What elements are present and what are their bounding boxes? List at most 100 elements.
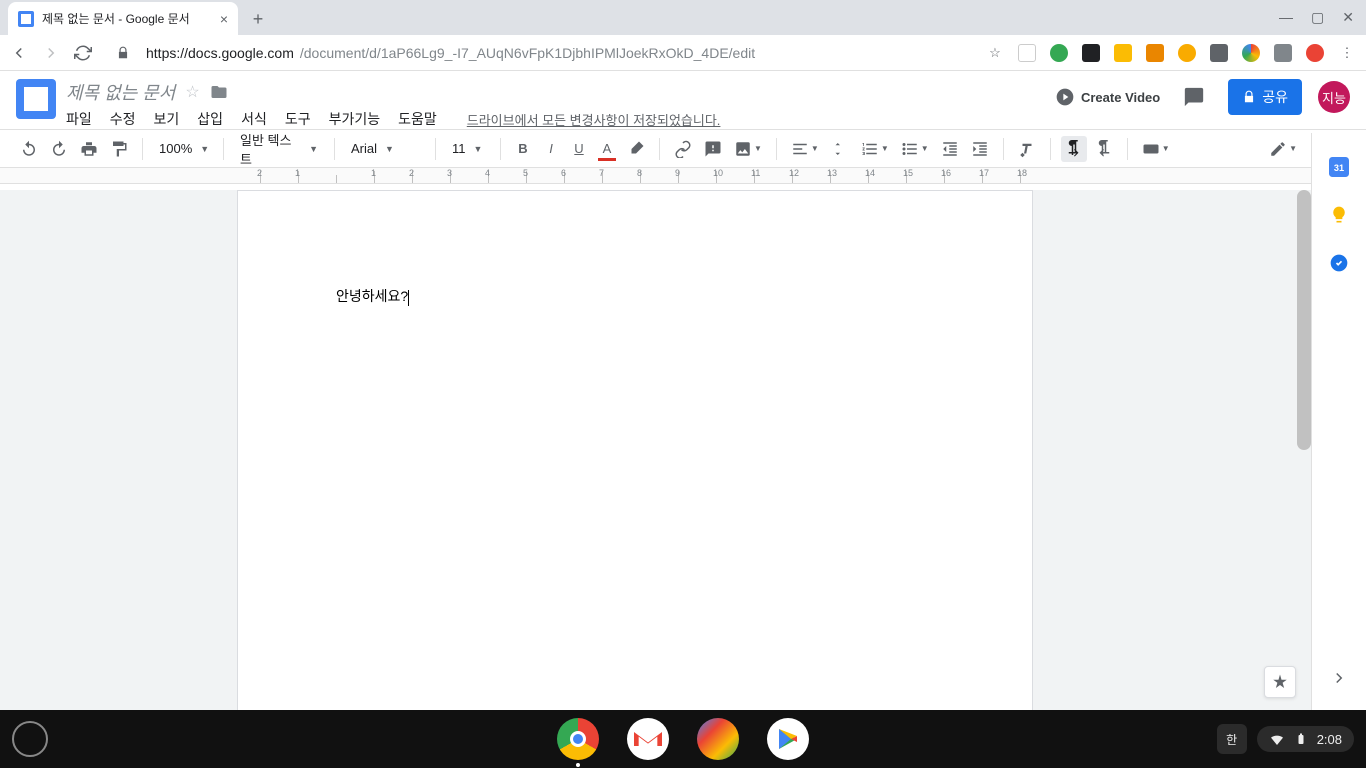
menu-bar: 파일 수정 보기 삽입 서식 도구 부가기능 도움말 드라이브에서 모든 변경사…: [66, 109, 720, 129]
docs-header: 제목 없는 문서 ☆ 파일 수정 보기 삽입 서식 도구 부가기능 도움말 드라…: [0, 71, 1366, 130]
document-body-text[interactable]: 안녕하세요?: [336, 288, 408, 304]
star-bookmark-icon[interactable]: ☆: [986, 44, 1004, 62]
extension-icon[interactable]: [1146, 44, 1164, 62]
avatar-initials: 지능: [1322, 88, 1346, 107]
decrease-indent-icon[interactable]: [937, 136, 963, 162]
files-app-icon[interactable]: [697, 718, 739, 760]
extension-icon[interactable]: [1306, 44, 1324, 62]
menu-file[interactable]: 파일: [66, 109, 92, 129]
print-icon[interactable]: [76, 136, 102, 162]
move-folder-icon[interactable]: [210, 83, 228, 101]
tasks-icon[interactable]: [1329, 253, 1349, 273]
system-tray[interactable]: 2:08: [1257, 726, 1354, 752]
address-bar[interactable]: https://docs.google.com/document/d/1aP66…: [146, 45, 755, 61]
maximize-icon[interactable]: ▢: [1311, 9, 1324, 26]
increase-indent-icon[interactable]: [967, 136, 993, 162]
video-icon: [1055, 87, 1075, 107]
extension-icon[interactable]: [1178, 44, 1196, 62]
window-controls: — ▢ ✕: [1267, 9, 1366, 26]
zoom-select[interactable]: 100%▼: [153, 136, 213, 162]
chrome-app-icon[interactable]: [557, 718, 599, 760]
clock: 2:08: [1317, 732, 1342, 747]
formatting-toolbar: 100%▼ 일반 텍스트▼ Arial▼ 11▼ B I U A ▼ ▼ ▼ ▼…: [0, 130, 1366, 168]
numbered-list-icon[interactable]: ▼: [857, 136, 893, 162]
keep-icon[interactable]: [1329, 205, 1349, 225]
star-icon[interactable]: ☆: [185, 82, 199, 102]
editing-mode-icon[interactable]: ▼: [1265, 136, 1301, 162]
minimize-icon[interactable]: —: [1279, 9, 1293, 26]
extension-icon[interactable]: [1210, 44, 1228, 62]
play-store-icon[interactable]: [767, 718, 809, 760]
close-window-icon[interactable]: ✕: [1342, 9, 1354, 26]
extension-icon[interactable]: [1018, 44, 1036, 62]
insert-image-icon[interactable]: ▼: [730, 136, 766, 162]
extension-icon[interactable]: [1242, 44, 1260, 62]
insert-comment-icon[interactable]: [700, 136, 726, 162]
lock-icon: [114, 44, 132, 62]
back-icon[interactable]: [10, 44, 28, 62]
font-select[interactable]: Arial▼: [345, 136, 425, 162]
document-canvas: 안녕하세요?: [0, 190, 1311, 710]
menu-insert[interactable]: 삽입: [197, 109, 223, 129]
undo-icon[interactable]: [16, 136, 42, 162]
create-video-button[interactable]: Create Video: [1055, 87, 1160, 107]
url-host: https://docs.google.com: [146, 45, 294, 61]
browser-tabstrip: 제목 없는 문서 - Google 문서 × + — ▢ ✕: [0, 0, 1366, 35]
os-shelf: 한 2:08: [0, 710, 1366, 768]
explore-button[interactable]: [1264, 666, 1296, 698]
lock-icon: [1242, 90, 1256, 104]
input-tools-icon[interactable]: ▼: [1138, 136, 1174, 162]
document-page[interactable]: 안녕하세요?: [237, 190, 1033, 710]
menu-tools[interactable]: 도구: [285, 109, 311, 129]
menu-format[interactable]: 서식: [241, 109, 267, 129]
underline-icon[interactable]: U: [567, 136, 591, 162]
italic-icon[interactable]: I: [539, 136, 563, 162]
doc-title[interactable]: 제목 없는 문서: [66, 79, 175, 105]
docs-logo-icon[interactable]: [16, 79, 56, 119]
url-path: /document/d/1aP66Lg9_-I7_AUqN6vFpK1DjbhI…: [300, 45, 755, 61]
calendar-icon[interactable]: 31: [1329, 157, 1349, 177]
new-tab-button[interactable]: +: [244, 5, 272, 33]
insert-link-icon[interactable]: [670, 136, 696, 162]
reload-icon[interactable]: [74, 44, 92, 62]
vertical-scrollbar[interactable]: [1297, 190, 1311, 450]
launcher-icon[interactable]: [12, 721, 48, 757]
docs-favicon: [18, 11, 34, 27]
svg-text:31: 31: [1334, 163, 1344, 173]
forward-icon[interactable]: [42, 44, 60, 62]
share-button[interactable]: 공유: [1228, 79, 1302, 115]
kebab-menu-icon[interactable]: ⋮: [1338, 44, 1356, 62]
gmail-app-icon[interactable]: [627, 718, 669, 760]
paragraph-style-select[interactable]: 일반 텍스트▼: [234, 136, 324, 162]
extension-icon[interactable]: [1050, 44, 1068, 62]
close-tab-icon[interactable]: ×: [220, 11, 228, 27]
menu-view[interactable]: 보기: [154, 109, 180, 129]
ime-indicator[interactable]: 한: [1217, 724, 1247, 754]
browser-toolbar: https://docs.google.com/document/d/1aP66…: [0, 35, 1366, 71]
expand-side-panel-icon[interactable]: [1327, 666, 1351, 690]
ltr-icon[interactable]: [1061, 136, 1087, 162]
align-icon[interactable]: ▼: [787, 136, 823, 162]
clear-formatting-icon[interactable]: [1014, 136, 1040, 162]
extension-icon[interactable]: [1274, 44, 1292, 62]
browser-tab[interactable]: 제목 없는 문서 - Google 문서 ×: [8, 2, 238, 35]
rtl-icon[interactable]: [1091, 136, 1117, 162]
account-avatar[interactable]: 지능: [1318, 81, 1350, 113]
side-panel: 31: [1311, 133, 1366, 710]
extension-icon[interactable]: [1114, 44, 1132, 62]
bulleted-list-icon[interactable]: ▼: [897, 136, 933, 162]
paint-format-icon[interactable]: [106, 136, 132, 162]
extension-icon[interactable]: [1082, 44, 1100, 62]
highlight-icon[interactable]: [623, 136, 649, 162]
ruler[interactable]: 21123456789101112131415161718: [0, 168, 1366, 184]
comments-button[interactable]: [1176, 79, 1212, 115]
menu-addons[interactable]: 부가기능: [329, 109, 381, 129]
menu-help[interactable]: 도움말: [398, 109, 437, 129]
line-spacing-icon[interactable]: [827, 136, 853, 162]
save-status[interactable]: 드라이브에서 모든 변경사항이 저장되었습니다.: [467, 110, 721, 129]
redo-icon[interactable]: [46, 136, 72, 162]
bold-icon[interactable]: B: [511, 136, 535, 162]
text-color-icon[interactable]: A: [595, 136, 619, 162]
font-size-select[interactable]: 11▼: [446, 136, 490, 162]
menu-edit[interactable]: 수정: [110, 109, 136, 129]
